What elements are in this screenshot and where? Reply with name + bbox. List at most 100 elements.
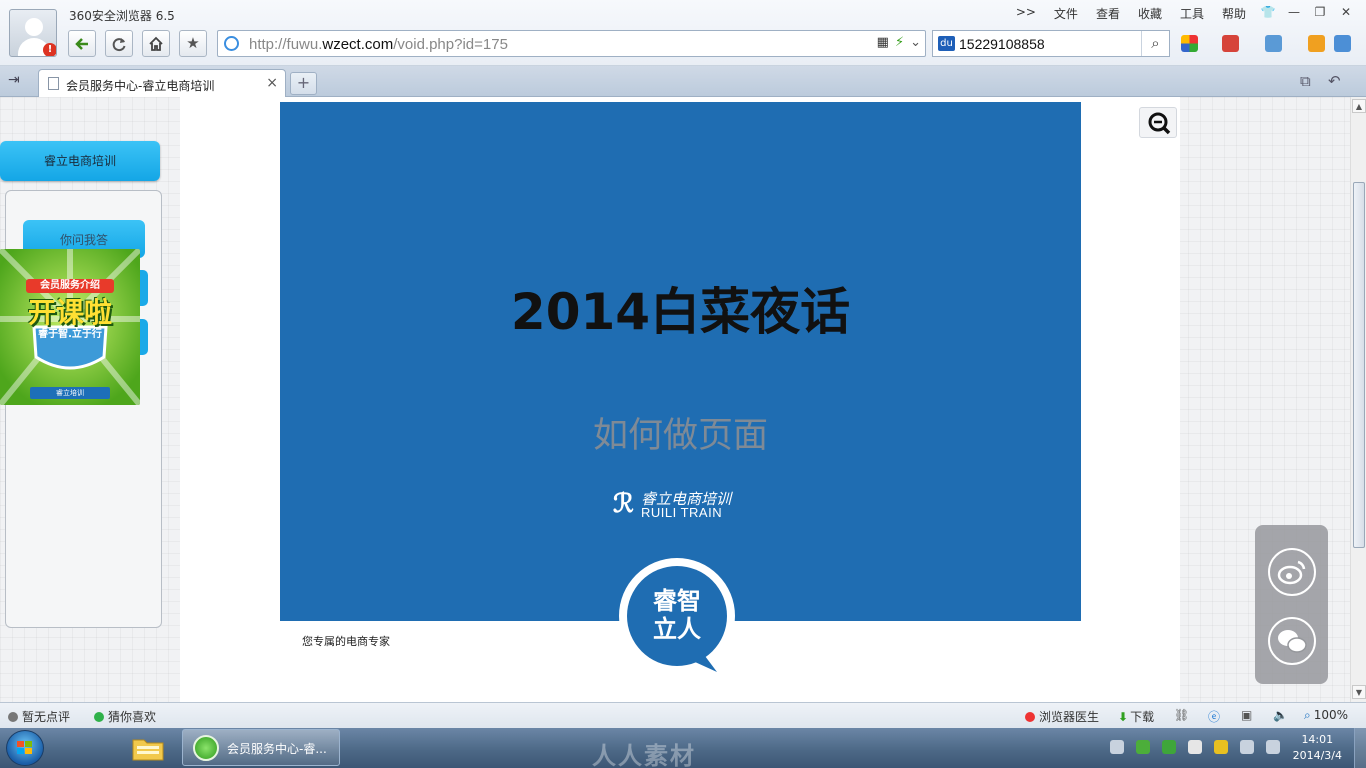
- zoom-out-button[interactable]: [1139, 107, 1177, 138]
- logo-en: RUILI TRAIN: [641, 505, 723, 520]
- presentation-slide: 2014白菜夜话 如何做页面 ℛ 睿立电商培训 RUILI TRAIN: [280, 102, 1081, 621]
- menu-favorites[interactable]: 收藏: [1138, 5, 1162, 22]
- weibo-icon[interactable]: [1268, 548, 1316, 596]
- ruili-logo: ℛ 睿立电商培训 RUILI TRAIN: [613, 488, 753, 522]
- scroll-down-icon[interactable]: ▼: [1352, 685, 1366, 699]
- weather-icon[interactable]: [1334, 35, 1351, 52]
- translate-icon[interactable]: [1222, 35, 1239, 52]
- window-controls: 👕 — ❐ ✕: [1256, 2, 1358, 22]
- scroll-up-icon[interactable]: ▲: [1352, 99, 1366, 113]
- explorer-folder-icon[interactable]: [131, 734, 165, 762]
- 360-guard-icon[interactable]: [1162, 740, 1176, 754]
- screenshot-icon[interactable]: [1265, 35, 1282, 52]
- tab-label: 会员服务中心-睿立电商培训: [66, 79, 215, 93]
- volume-icon[interactable]: 🔈: [1273, 708, 1288, 722]
- refresh-button[interactable]: [105, 30, 133, 57]
- qrcode-icon[interactable]: ▦: [877, 35, 889, 50]
- windows-logo-icon: [17, 741, 33, 756]
- network-icon[interactable]: [1240, 740, 1254, 754]
- watermark-text: 人人素材: [592, 742, 696, 768]
- window-icon[interactable]: ▣: [1241, 708, 1252, 722]
- browser-doctor[interactable]: 浏览器医生: [1025, 708, 1099, 725]
- address-bar[interactable]: http://fuwu.wzect.com/void.php?id=175 ▦ …: [217, 30, 926, 57]
- slide-title: 2014白菜夜话: [510, 283, 851, 341]
- tab-active[interactable]: 会员服务中心-睿立电商培训 ×: [38, 69, 286, 97]
- vertical-scrollbar[interactable]: ▲ ▼: [1350, 97, 1366, 702]
- restore-button[interactable]: ❐: [1308, 2, 1332, 22]
- speed-mode-icon[interactable]: ⚡: [895, 35, 904, 50]
- status-bar: 暂无点评 猜你喜欢 浏览器医生 ⬇ 下载 ⛓ ⓔ ▣ 🔈 ⌕ 100%: [0, 702, 1366, 728]
- page-viewport: 睿立电商培训 你问我答 会员服务介绍 开课啦 睿于智.立于行 睿立培训 2014…: [0, 97, 1350, 702]
- address-url[interactable]: http://fuwu.wzect.com/void.php?id=175: [249, 36, 508, 53]
- dropdown-chevron-icon[interactable]: ⌄: [910, 35, 921, 50]
- site-icon: [224, 36, 239, 51]
- clock-date: 2014/3/4: [1292, 749, 1342, 762]
- usb-icon[interactable]: [1188, 740, 1202, 754]
- undo-close-icon[interactable]: ↶: [1328, 72, 1341, 90]
- favorite-button[interactable]: ★: [179, 30, 207, 57]
- slide-subtitle: 如何做页面: [592, 416, 768, 456]
- apps-icon[interactable]: [1181, 35, 1198, 52]
- share-panel: [1255, 525, 1328, 684]
- download-arrow-icon: ⬇: [1118, 710, 1129, 724]
- rating-status[interactable]: 暂无点评: [8, 708, 70, 725]
- os-taskbar: 会员服务中心-睿... 人人素材 14:01 2014/3/4: [0, 728, 1366, 768]
- ruizhi-badge: 睿智 立人: [617, 558, 741, 678]
- zoom-out-icon: [1148, 112, 1171, 135]
- scroll-thumb[interactable]: [1353, 182, 1365, 548]
- shield-icon[interactable]: [1136, 740, 1150, 754]
- back-button[interactable]: [68, 30, 96, 57]
- search-button[interactable]: ⌕: [1141, 31, 1169, 56]
- guess-icon: [94, 712, 104, 722]
- menu-more[interactable]: >>: [1016, 5, 1036, 22]
- user-avatar[interactable]: !: [9, 9, 57, 57]
- update-icon[interactable]: [1214, 740, 1228, 754]
- alert-icon: !: [43, 43, 56, 56]
- promo-footer: 睿立培训: [56, 389, 84, 397]
- clock-time: 14:01: [1301, 733, 1334, 746]
- tab-list-icon[interactable]: ⧉: [1300, 72, 1311, 90]
- zoom-level[interactable]: ⌕ 100%: [1304, 708, 1348, 723]
- taskbar-browser-task[interactable]: 会员服务中心-睿...: [182, 729, 340, 766]
- zoom-icon: ⌕: [1304, 708, 1311, 722]
- rating-icon: [8, 712, 18, 722]
- start-button[interactable]: [6, 730, 44, 766]
- menu-file[interactable]: 文件: [1054, 5, 1078, 22]
- skin-icon[interactable]: 👕: [1256, 2, 1280, 22]
- promo-motto: 睿于智.立于行: [38, 329, 102, 340]
- back-arrow-icon: [75, 38, 88, 50]
- download-button[interactable]: ⬇ 下载: [1118, 708, 1154, 725]
- content-stage: 2014白菜夜话 如何做页面 ℛ 睿立电商培训 RUILI TRAIN 睿智 立…: [180, 97, 1180, 702]
- baidu-engine-icon[interactable]: du: [938, 36, 955, 51]
- close-tab-icon[interactable]: ×: [266, 75, 278, 91]
- close-window-button[interactable]: ✕: [1334, 2, 1358, 22]
- new-tab-button[interactable]: +: [290, 72, 317, 95]
- search-box[interactable]: du 15229108858 ⌕: [932, 30, 1170, 57]
- menu-tools[interactable]: 工具: [1180, 5, 1204, 22]
- speaker-icon[interactable]: [1266, 740, 1280, 754]
- guess-link[interactable]: 猜你喜欢: [94, 708, 156, 725]
- badge-line1: 睿智: [653, 587, 701, 615]
- app-title: 360安全浏览器 6.5: [69, 9, 175, 23]
- refresh-icon: [112, 38, 126, 52]
- tagline: 您专属的电商专家: [302, 635, 390, 648]
- system-clock[interactable]: 14:01 2014/3/4: [1293, 732, 1342, 764]
- menu-help[interactable]: 帮助: [1222, 5, 1246, 22]
- browser-titlebar: ! 360安全浏览器 6.5 >> 文件 查看 收藏 工具 帮助 👕 — ❐ ✕…: [0, 0, 1366, 66]
- menu-view[interactable]: 查看: [1096, 5, 1120, 22]
- minimize-button[interactable]: —: [1282, 2, 1306, 22]
- page-icon: [48, 77, 59, 90]
- brand-button[interactable]: 睿立电商培训: [0, 141, 160, 181]
- doctor-icon: [1025, 712, 1035, 722]
- game-icon[interactable]: [1308, 35, 1325, 52]
- ie-mode-icon[interactable]: ⓔ: [1208, 708, 1220, 725]
- link-icon[interactable]: ⛓: [1174, 708, 1189, 722]
- promo-banner[interactable]: 会员服务介绍 开课啦 睿于智.立于行 睿立培训: [0, 249, 140, 405]
- keyboard-icon[interactable]: [1110, 740, 1124, 754]
- sidebar-toggle-icon[interactable]: ⇥: [8, 72, 20, 88]
- wechat-icon[interactable]: [1268, 617, 1316, 665]
- home-button[interactable]: [142, 30, 170, 57]
- search-input[interactable]: 15229108858: [959, 36, 1045, 52]
- menu-bar: >> 文件 查看 收藏 工具 帮助: [1016, 5, 1246, 22]
- show-desktop-button[interactable]: [1354, 728, 1366, 768]
